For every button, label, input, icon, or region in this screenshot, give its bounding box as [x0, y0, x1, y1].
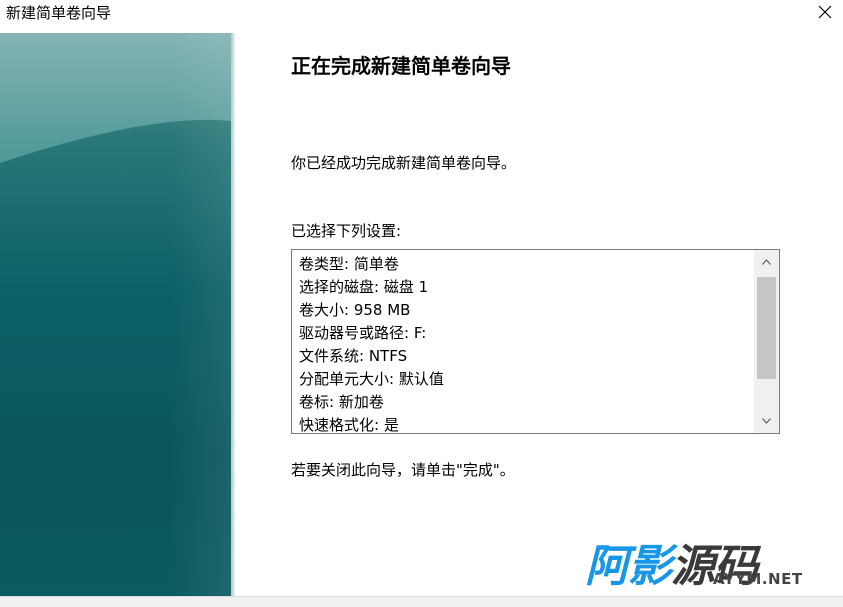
settings-line: 驱动器号或路径: F:	[299, 324, 427, 342]
wizard-banner	[0, 33, 231, 596]
settings-line: 卷大小: 958 MB	[299, 301, 411, 319]
close-button[interactable]	[811, 0, 839, 26]
settings-line: 文件系统: NTFS	[299, 347, 408, 365]
intro-text: 你已经成功完成新建简单卷向导。	[291, 154, 517, 172]
scroll-up-button[interactable]	[754, 250, 779, 274]
banner-shade	[171, 33, 231, 596]
button-bar	[0, 596, 843, 607]
title-bar: 新建简单卷向导	[0, 0, 843, 30]
scroll-thumb[interactable]	[757, 277, 776, 379]
page-title: 正在完成新建简单卷向导	[291, 54, 511, 78]
watermark-domain: AYYM.NET	[713, 570, 803, 588]
watermark-char: 影	[628, 541, 672, 592]
settings-listbox[interactable]: 卷类型: 简单卷 选择的磁盘: 磁盘 1 卷大小: 958 MB 驱动器号或路径…	[291, 249, 780, 434]
watermark-char: 源	[671, 541, 715, 592]
finish-hint: 若要关闭此向导，请单击"完成"。	[291, 461, 515, 479]
scroll-down-button[interactable]	[754, 409, 779, 433]
settings-line: 分配单元大小: 默认值	[299, 370, 444, 388]
settings-label: 已选择下列设置:	[291, 222, 402, 240]
watermark-char: 阿	[585, 541, 629, 592]
vertical-scrollbar[interactable]	[754, 250, 779, 433]
settings-line: 快速格式化: 是	[299, 416, 399, 434]
chevron-up-icon	[762, 259, 771, 265]
watermark-logo: 阿影源码 AYYM.NET	[585, 530, 820, 594]
settings-line: 卷类型: 简单卷	[299, 255, 399, 273]
window-title: 新建简单卷向导	[6, 4, 112, 22]
settings-line: 选择的磁盘: 磁盘 1	[299, 278, 429, 296]
close-icon	[818, 5, 832, 19]
banner-edge	[231, 33, 235, 596]
chevron-down-icon	[762, 418, 771, 424]
settings-list: 卷类型: 简单卷 选择的磁盘: 磁盘 1 卷大小: 958 MB 驱动器号或路径…	[299, 253, 753, 434]
settings-line: 卷标: 新加卷	[299, 393, 384, 411]
